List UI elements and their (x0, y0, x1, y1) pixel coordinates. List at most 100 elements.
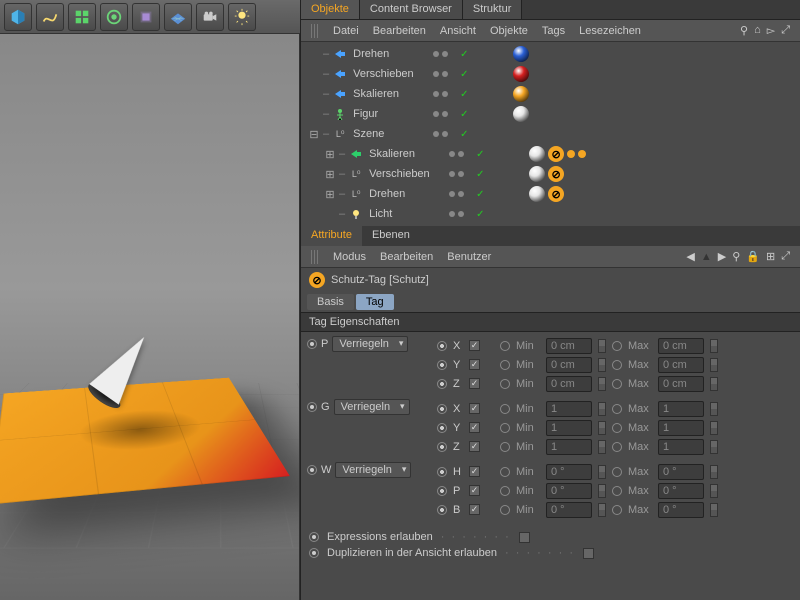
axis-radio[interactable] (437, 486, 447, 496)
tool-deformer[interactable] (100, 3, 128, 31)
tool-spline[interactable] (36, 3, 64, 31)
tree-label[interactable]: Verschieben (367, 168, 445, 180)
spinner[interactable] (710, 440, 718, 454)
tool-floor[interactable] (164, 3, 192, 31)
tab-struktur[interactable]: Struktur (463, 0, 523, 19)
tool-camera[interactable] (196, 3, 224, 31)
tree-row[interactable]: –Drehen✓ (301, 44, 800, 64)
search-icon[interactable]: ⚲ (740, 24, 748, 37)
max-field[interactable]: 0 ° (658, 502, 704, 518)
material-ball[interactable] (513, 66, 529, 82)
material-ball[interactable] (529, 166, 545, 182)
spinner[interactable] (710, 421, 718, 435)
option-radio[interactable] (309, 532, 319, 542)
min-radio[interactable] (500, 360, 510, 370)
tree-row[interactable]: ⊞–L⁰Verschieben✓⊘ (301, 164, 800, 184)
min-radio[interactable] (500, 423, 510, 433)
protection-tag-icon[interactable]: ⊘ (548, 186, 564, 202)
protection-tag-icon[interactable]: ⊘ (548, 146, 564, 162)
tree-toggle-icon[interactable]: ⊞ (325, 148, 335, 161)
axis-checkbox[interactable] (469, 403, 480, 414)
spinner[interactable] (710, 465, 718, 479)
min-field[interactable]: 0 cm (546, 338, 592, 354)
spinner[interactable] (598, 503, 606, 517)
spinner[interactable] (598, 339, 606, 353)
group-radio[interactable] (307, 465, 317, 475)
min-radio[interactable] (500, 442, 510, 452)
tree-row[interactable]: –Skalieren✓ (301, 84, 800, 104)
min-field[interactable]: 1 (546, 420, 592, 436)
nav-fwd-icon[interactable]: ▶ (718, 250, 726, 263)
spinner[interactable] (598, 402, 606, 416)
material-ball[interactable] (513, 86, 529, 102)
tree-label[interactable]: Figur (351, 108, 429, 120)
spinner[interactable] (710, 503, 718, 517)
min-field[interactable]: 0 ° (546, 483, 592, 499)
visibility-dots[interactable]: ✓ (449, 149, 519, 160)
tree-label[interactable]: Drehen (367, 188, 445, 200)
axis-checkbox[interactable] (469, 422, 480, 433)
tree-row[interactable]: –Verschieben✓ (301, 64, 800, 84)
nav-up-icon[interactable]: ▲ (701, 251, 712, 263)
axis-checkbox[interactable] (469, 378, 480, 389)
tool-array[interactable] (68, 3, 96, 31)
settings-icon[interactable]: ⊞ (766, 250, 775, 263)
min-field[interactable]: 0 cm (546, 357, 592, 373)
spinner[interactable] (598, 465, 606, 479)
min-field[interactable]: 0 ° (546, 502, 592, 518)
nav-back-icon[interactable]: ◀ (686, 250, 694, 263)
tree-row[interactable]: ⊞–L⁰Drehen✓⊘ (301, 184, 800, 204)
axis-checkbox[interactable] (469, 359, 480, 370)
visibility-dots[interactable]: ✓ (449, 209, 519, 220)
max-radio[interactable] (612, 423, 622, 433)
option-radio[interactable] (309, 548, 319, 558)
protection-tag-icon[interactable]: ⊘ (548, 166, 564, 182)
max-field[interactable]: 0 ° (658, 464, 704, 480)
tree-row[interactable]: –Figur✓ (301, 104, 800, 124)
menu-datei[interactable]: Datei (333, 25, 359, 37)
expand-icon[interactable]: ⤢ (781, 24, 790, 37)
min-field[interactable]: 0 ° (546, 464, 592, 480)
tree-label[interactable]: Drehen (351, 48, 429, 60)
spinner[interactable] (598, 440, 606, 454)
tree-toggle-icon[interactable]: ⊞ (325, 188, 335, 201)
spinner[interactable] (710, 484, 718, 498)
max-radio[interactable] (612, 379, 622, 389)
axis-radio[interactable] (437, 505, 447, 515)
tree-toggle-icon[interactable]: ⊟ (309, 128, 319, 141)
max-field[interactable]: 0 cm (658, 357, 704, 373)
menu-modus[interactable]: Modus (333, 251, 366, 263)
axis-radio[interactable] (437, 467, 447, 477)
tab-attribute[interactable]: Attribute (301, 226, 362, 246)
group-radio[interactable] (307, 402, 317, 412)
material-ball[interactable] (529, 146, 545, 162)
spinner[interactable] (710, 402, 718, 416)
menu-ansicht[interactable]: Ansicht (440, 25, 476, 37)
min-radio[interactable] (500, 404, 510, 414)
tool-light[interactable] (228, 3, 256, 31)
menu-objekte[interactable]: Objekte (490, 25, 528, 37)
max-field[interactable]: 0 ° (658, 483, 704, 499)
max-radio[interactable] (612, 442, 622, 452)
visibility-dots[interactable]: ✓ (433, 109, 503, 120)
max-field[interactable]: 1 (658, 439, 704, 455)
spinner[interactable] (598, 377, 606, 391)
axis-radio[interactable] (437, 379, 447, 389)
lock-dropdown[interactable]: Verriegeln (335, 462, 411, 478)
max-field[interactable]: 1 (658, 420, 704, 436)
min-field[interactable]: 0 cm (546, 376, 592, 392)
expand-icon[interactable]: ⤢ (781, 250, 790, 263)
max-radio[interactable] (612, 467, 622, 477)
spinner[interactable] (598, 358, 606, 372)
tree-row[interactable]: –Licht✓ (301, 204, 800, 224)
search-icon[interactable]: ⚲ (732, 250, 740, 263)
tool-generator[interactable] (132, 3, 160, 31)
spinner[interactable] (710, 377, 718, 391)
spinner[interactable] (710, 358, 718, 372)
axis-radio[interactable] (437, 341, 447, 351)
min-field[interactable]: 1 (546, 439, 592, 455)
lock-dropdown[interactable]: Verriegeln (332, 336, 408, 352)
menu-tags[interactable]: Tags (542, 25, 565, 37)
option-checkbox[interactable] (519, 532, 530, 543)
material-ball[interactable] (513, 106, 529, 122)
